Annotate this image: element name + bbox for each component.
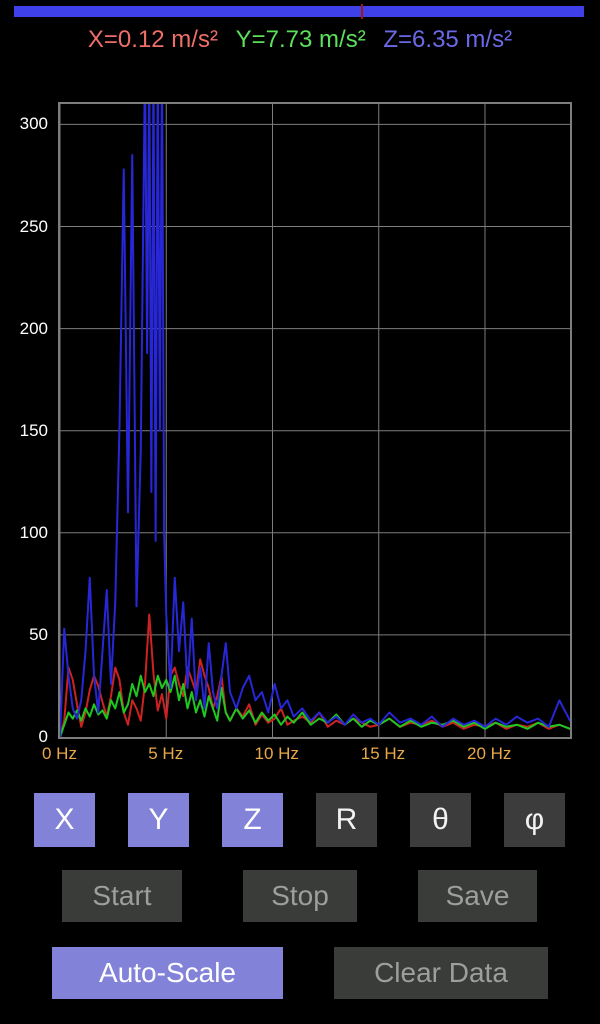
x-axis-tick-label: 20 Hz [467,744,512,763]
x-axis-tick-label: 10 Hz [254,744,299,763]
readout-x-value: X=0.12 m/s² [87,26,218,53]
axis-button-z[interactable]: Z [222,793,283,847]
start-button[interactable]: Start [62,870,182,922]
clear-data-button-label: Clear Data [374,957,508,988]
readout-z-value: Z=6.35 m/s² [383,26,513,53]
y-axis-tick-label: 250 [19,216,48,236]
axis-button-phi-label: φ [524,803,545,836]
y-axis-tick-label: 150 [19,420,48,440]
axis-button-theta-label: θ [432,803,449,836]
axis-button-y[interactable]: Y [128,793,189,847]
axis-button-r[interactable]: R [316,793,377,847]
x-axis-tick-label: 0 Hz [42,744,77,763]
auto-scale-button-label: Auto-Scale [99,957,236,988]
y-axis-tick-label: 100 [19,522,48,542]
recording-progress-bar [0,0,600,22]
y-axis-labels: 300 250 200 150 100 50 0 [0,102,52,746]
y-axis-tick-label: 200 [19,318,48,338]
axis-button-x[interactable]: X [34,793,95,847]
x-axis-tick-label: 15 Hz [360,744,406,763]
y-axis-tick-label: 50 [29,624,48,644]
y-axis-tick-label: 300 [19,114,48,134]
readout-y-value: Y=7.73 m/s² [235,26,366,53]
save-button-label: Save [445,880,510,911]
axis-button-theta[interactable]: θ [410,793,471,847]
stop-button-label: Stop [271,880,329,911]
x-axis-labels: 0 Hz 5 Hz 10 Hz 15 Hz 20 Hz [0,744,600,768]
stop-button[interactable]: Stop [243,870,357,922]
save-button[interactable]: Save [418,870,537,922]
axis-button-r-label: R [335,803,358,836]
spectrum-plot-canvas [60,104,570,737]
accelerometer-readout: X=0.12 m/s² Y=7.73 m/s² Z=6.35 m/s² [0,26,600,58]
auto-scale-button[interactable]: Auto-Scale [52,947,283,999]
axis-button-z-label: Z [243,803,262,836]
axis-button-x-label: X [54,803,75,836]
x-axis-tick-label: 5 Hz [148,744,184,763]
start-button-label: Start [92,880,152,911]
spectrum-plot[interactable] [58,102,572,739]
axis-button-phi[interactable]: φ [504,793,565,847]
axis-button-y-label: Y [148,803,169,836]
progress-bar-fill [14,6,584,17]
clear-data-button[interactable]: Clear Data [334,947,548,999]
progress-bar-marker [361,4,364,19]
